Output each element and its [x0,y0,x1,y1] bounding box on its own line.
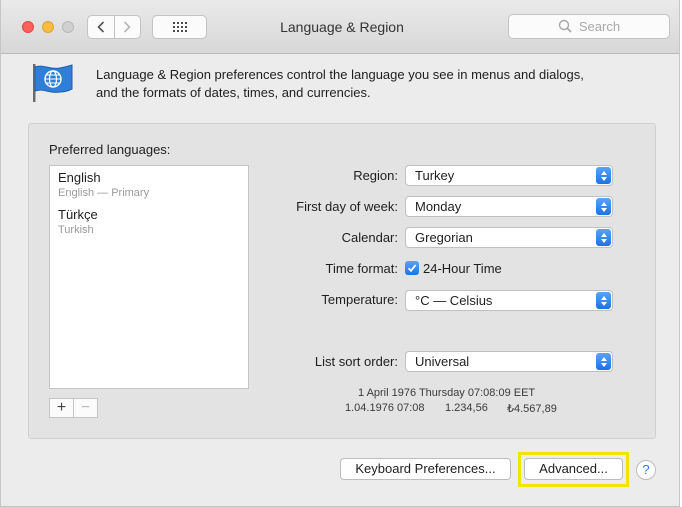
add-language-button[interactable]: + [50,399,73,417]
advanced-button[interactable]: Advanced... [524,458,623,480]
first-day-value: Monday [415,199,462,214]
flag-globe-icon [33,64,73,102]
language-subtitle: Turkish [58,224,94,236]
add-remove-control: + − [49,398,98,418]
time-format-checkbox[interactable] [405,261,419,275]
temperature-label: Temperature: [321,292,398,307]
remove-language-button[interactable]: − [73,399,97,417]
preferred-languages-list[interactable]: English English — Primary Türkçe Turkish [49,165,249,389]
temperature-popup[interactable]: °C — Celsius [405,290,613,311]
preferred-languages-label: Preferred languages: [49,142,171,157]
language-name: English [58,170,101,185]
sample-date-long: 1 April 1976 Thursday 07:08:09 EET [358,387,536,399]
title-bar: Language & Region Search [1,0,679,54]
sample-currency: ₺4.567,89 [507,403,557,415]
search-placeholder: Search [578,19,621,34]
region-value: Turkey [415,168,455,183]
sort-order-label: List sort order: [314,354,398,369]
intro-text: Language & Region preferences control th… [96,66,636,102]
language-item-turkish[interactable]: Türkçe Turkish [58,207,98,237]
popup-arrows-icon [596,229,611,246]
popup-arrows-icon [596,167,611,184]
language-item-english[interactable]: English English — Primary [58,170,149,200]
intro-line-2: and the formats of dates, times, and cur… [96,85,371,100]
language-name: Türkçe [58,207,98,222]
region-popup[interactable]: Turkey [405,165,613,186]
language-subtitle: English — Primary [58,187,150,199]
sample-number: 1.234,56 [445,402,488,414]
sort-order-value: Universal [415,354,470,369]
search-field[interactable]: Search [508,14,670,39]
popup-arrows-icon [596,353,611,370]
search-icon [558,19,572,33]
time-format-label: Time format: [325,261,398,276]
sort-order-popup[interactable]: Universal [405,351,613,372]
time-format-option-label[interactable]: 24-Hour Time [423,261,502,276]
temperature-value: °C — Celsius [415,293,493,308]
first-day-popup[interactable]: Monday [405,196,613,217]
calendar-value: Gregorian [415,230,473,245]
region-label: Region: [353,168,398,183]
first-day-label: First day of week: [296,199,398,214]
popup-arrows-icon [596,198,611,215]
sample-date-short: 1.04.1976 07:08 [345,402,425,414]
intro-line-1: Language & Region preferences control th… [96,67,584,82]
keyboard-preferences-button[interactable]: Keyboard Preferences... [340,458,511,480]
checkmark-icon [407,264,417,273]
popup-arrows-icon [596,292,611,309]
calendar-label: Calendar: [341,230,398,245]
calendar-popup[interactable]: Gregorian [405,227,613,248]
help-button[interactable]: ? [636,460,656,480]
